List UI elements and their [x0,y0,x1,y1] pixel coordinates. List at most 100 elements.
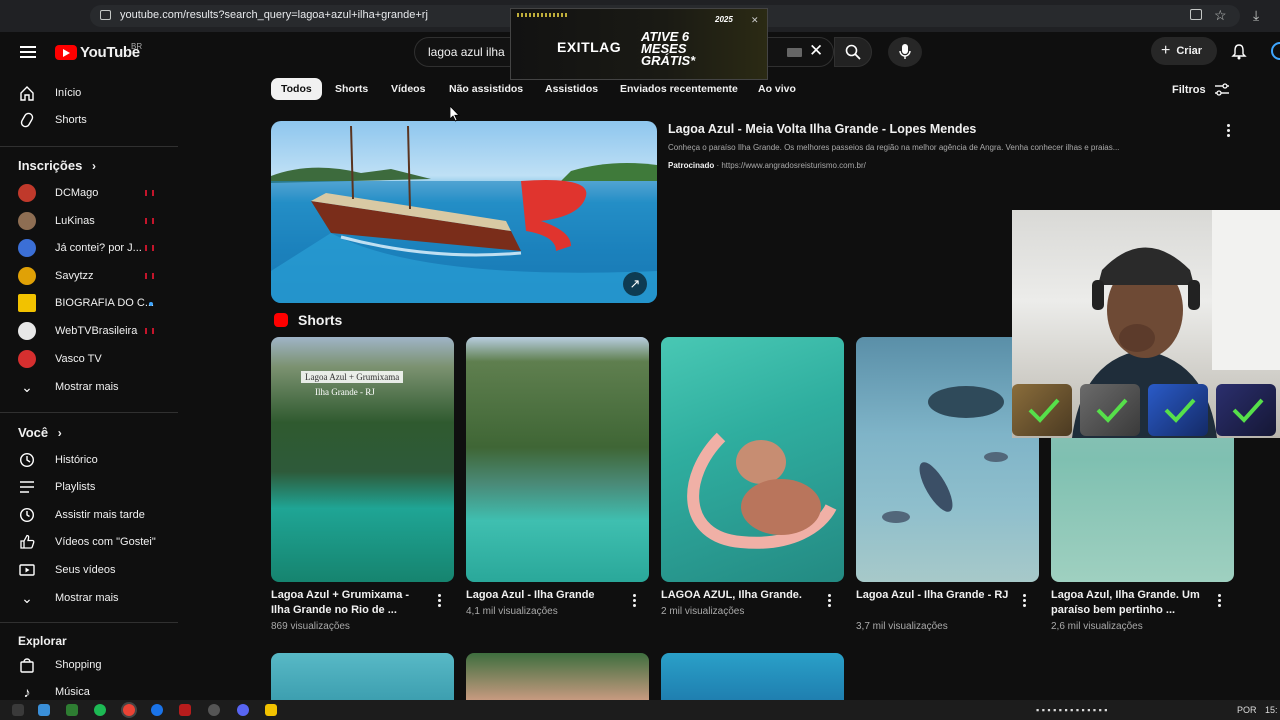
more-options-icon[interactable] [1023,594,1027,608]
chip-todos[interactable]: Todos [271,78,322,100]
short-thumbnail[interactable] [271,653,454,700]
clock[interactable]: 15: [1265,705,1278,715]
sidebar-item-historico[interactable]: Histórico [18,450,98,470]
sidebar-item-watch-later[interactable]: Assistir mais tarde [18,505,145,525]
short-thumbnail[interactable] [661,337,844,582]
install-app-icon[interactable] [1190,9,1202,20]
sponsored-thumbnail[interactable]: ↗ [271,121,657,303]
chip-nao-assistidos[interactable]: Não assistidos [439,78,533,100]
more-options-icon[interactable] [1227,124,1231,138]
chip-videos[interactable]: Vídeos [381,78,435,100]
app-icon[interactable] [179,704,191,716]
live-indicator-icon [145,328,154,334]
show-more-button[interactable]: ⌄ Mostrar mais [18,377,118,397]
more-options-icon[interactable] [438,594,442,608]
youtube-play-icon [55,45,77,60]
chrome-icon[interactable] [123,704,135,716]
sidebar-item-label: Início [55,87,82,99]
short-title[interactable]: Lagoa Azul - Ilha Grande [466,588,626,603]
subscription-item[interactable]: LuKinas [18,211,95,231]
youtube-logo[interactable]: YouTube [55,44,140,61]
short-thumbnail[interactable]: Lagoa Azul + Grumixama Ilha Grande - RJ [271,337,454,582]
short-title[interactable]: LAGOA AZUL, Ilha Grande. [661,588,821,603]
you-heading[interactable]: Você › [18,425,62,440]
short-views: 869 visualizações [271,621,350,632]
site-info-icon[interactable] [100,10,111,20]
short-thumbnail[interactable] [661,653,844,700]
chip-ao-vivo[interactable]: Ao vivo [748,78,806,100]
subscription-item[interactable]: Vasco TV [18,349,102,369]
sidebar-item-label: Assistir mais tarde [55,509,145,521]
sidebar-item-label: Playlists [55,481,96,493]
short-title[interactable]: Lagoa Azul, Ilha Grande. Um paraíso bem … [1051,588,1211,618]
subscription-item[interactable]: Savytzz [18,266,94,286]
sidebar-item-label: Seus vídeos [55,564,116,576]
create-button[interactable]: + Criar [1151,37,1217,65]
short-title[interactable]: Lagoa Azul + Grumixama - Ilha Grande no … [271,588,431,618]
sponsored-title[interactable]: Lagoa Azul - Meia Volta Ilha Grande - Lo… [668,122,976,136]
sidebar-item-shorts[interactable]: Shorts [18,110,87,130]
shopping-icon [18,656,36,674]
subscription-item[interactable]: BIOGRAFIA DO C... [18,293,154,313]
chip-enviados-recentemente[interactable]: Enviados recentemente [610,78,748,100]
subscriptions-heading[interactable]: Inscrições › [18,158,96,173]
system-tray-icons[interactable]: ▪ ▪ ▪ ▪ ▪ ▪ ▪ ▪ ▪ ▪ ▪ ▪ ▪ [1036,705,1107,715]
language-indicator[interactable]: POR [1237,705,1257,715]
sponsored-label: Patrocinado [668,161,715,170]
sidebar-item-your-videos[interactable]: Seus vídeos [18,560,116,580]
app-icon[interactable] [66,704,78,716]
your-videos-icon [18,561,36,579]
show-more-button[interactable]: ⌄ Mostrar mais [18,588,118,608]
bookmark-star-icon[interactable]: ☆ [1214,7,1227,24]
search-query-text: lagoa azul ilha [428,45,505,59]
folder-icon[interactable] [265,704,277,716]
channel-avatar [18,267,36,285]
sidebar-item-playlists[interactable]: Playlists [18,477,95,497]
sponsored-link[interactable]: https://www.angradosreisturismo.com.br/ [721,161,866,170]
short-title[interactable]: Lagoa Azul - Ilha Grande - RJ [856,588,1016,603]
chip-assistidos[interactable]: Assistidos [535,78,608,100]
notifications-icon[interactable] [1231,44,1247,60]
search-button[interactable] [834,37,872,67]
short-overlay-caption: Lagoa Azul + Grumixama [301,371,404,383]
chip-shorts[interactable]: Shorts [325,78,378,100]
ad-brand: EXITLAG [557,39,622,55]
app-icon[interactable] [151,704,163,716]
more-options-icon[interactable] [828,594,832,608]
achievement-badges [1012,382,1280,438]
exitlag-ad-overlay[interactable]: EXITLAG ATIVE 6 MESES GRÁTIS* 2025 ✕ [510,8,768,80]
ad-settings-icon[interactable]: ✕ [751,15,759,26]
more-options-icon[interactable] [633,594,637,608]
create-label: Criar [1176,45,1203,57]
start-icon[interactable] [12,704,24,716]
file-explorer-icon[interactable] [38,704,50,716]
filters-button[interactable]: Filtros [1172,83,1230,97]
sidebar-item-liked-videos[interactable]: Vídeos com "Gostei" [18,532,156,552]
channel-avatar [18,212,36,230]
chevron-down-icon: ⌄ [21,589,33,606]
channel-name: Savytzz [55,270,94,282]
app-icon[interactable] [208,704,220,716]
channel-avatar [18,239,36,257]
short-views: 2,6 mil visualizações [1051,621,1143,632]
subscription-item[interactable]: WebTVBrasileira [18,321,137,341]
sidebar-item-inicio[interactable]: Início [18,83,81,103]
short-thumbnail[interactable] [466,337,649,582]
subscription-item[interactable]: Já contei? por J... [18,238,142,258]
sidebar-item-shopping[interactable]: Shopping [18,655,102,675]
menu-icon[interactable] [20,46,36,58]
external-link-icon[interactable]: ↗ [623,272,647,296]
subscriptions-title: Inscrições [18,158,83,173]
clear-search-icon[interactable]: ✕ [809,41,823,61]
download-icon[interactable]: ⤓ [1253,7,1259,24]
subscription-item[interactable]: DCMago [18,183,98,203]
discord-icon[interactable] [237,704,249,716]
sidebar-item-label: Shopping [55,659,102,671]
ad-stripe-decoration [517,13,569,17]
more-options-icon[interactable] [1218,594,1222,608]
short-thumbnail[interactable] [466,653,649,700]
voice-search-button[interactable] [888,37,922,67]
sidebar-item-music[interactable]: ♪ Música [18,682,90,702]
keyboard-icon[interactable] [787,48,802,57]
spotify-icon[interactable] [94,704,106,716]
